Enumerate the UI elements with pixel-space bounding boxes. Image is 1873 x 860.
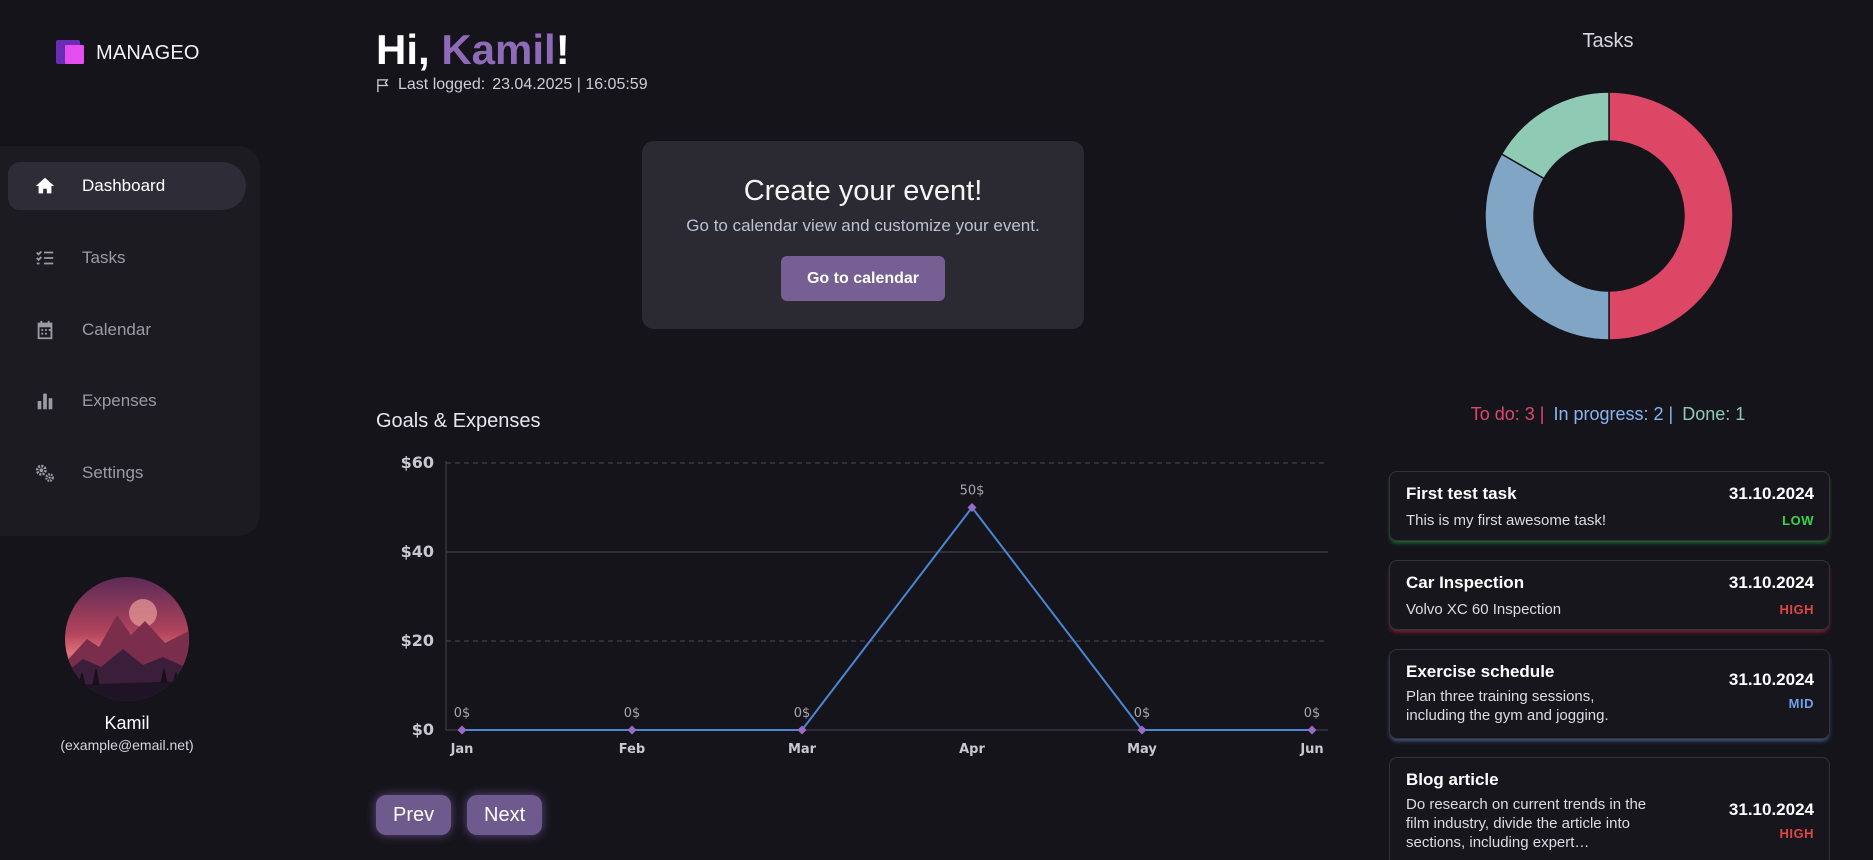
greeting-prefix: Hi, bbox=[376, 26, 442, 73]
task-description: Plan three training sessions, including … bbox=[1406, 688, 1609, 724]
chart-data-label: 0$ bbox=[454, 706, 471, 721]
last-logged: Last logged: 23.04.2025 | 16:05:59 bbox=[376, 76, 648, 94]
task-list-icon bbox=[36, 250, 54, 265]
sidebar-item-label: Calendar bbox=[82, 320, 151, 339]
sidebar-item-dashboard[interactable]: Dashboard bbox=[8, 162, 246, 210]
task-date: 31.10.2024 bbox=[1728, 484, 1814, 503]
task-title: First test task bbox=[1406, 484, 1517, 503]
chart-x-tick-label: Jan bbox=[450, 742, 474, 757]
chart-y-tick-label: $40 bbox=[401, 542, 434, 561]
chart-data-label: 50$ bbox=[960, 484, 985, 499]
create-event-card: Create your event! Go to calendar view a… bbox=[642, 141, 1084, 329]
chart-x-tick-label: Feb bbox=[619, 742, 645, 757]
event-card-subtitle: Go to calendar view and customize your e… bbox=[686, 216, 1040, 235]
last-logged-value: 23.04.2025 | 16:05:59 bbox=[492, 76, 648, 93]
sidebar-item-expenses[interactable]: Expenses bbox=[8, 377, 246, 425]
last-logged-label: Last logged: bbox=[398, 76, 486, 93]
task-card[interactable]: Blog article Do research on current tren… bbox=[1389, 757, 1830, 860]
sidebar-item-label: Tasks bbox=[82, 248, 126, 267]
task-date: 31.10.2024 bbox=[1728, 573, 1814, 592]
task-description: This is my first awesome task! bbox=[1406, 512, 1607, 529]
goals-expenses-chart: $0 $20 $40 $60 0$ Jan 0$ Feb 0$ Mar 50$ Apr 0$ May 0$ J… bbox=[401, 453, 1328, 757]
chart-x-tick-label: Jun bbox=[1299, 742, 1323, 757]
sidebar-item-label: Dashboard bbox=[82, 176, 166, 195]
chart-point bbox=[1307, 725, 1317, 735]
task-title: Exercise schedule bbox=[1406, 662, 1555, 681]
tasks-summary: To do: 3 | In progress: 2 | Done: 1 bbox=[1388, 404, 1828, 425]
logo-icon bbox=[56, 40, 84, 66]
chart-data-label: 0$ bbox=[1304, 706, 1321, 721]
sidebar-nav: Dashboard Tasks Calendar Expenses Settin… bbox=[0, 146, 260, 536]
profile-name: Kamil bbox=[104, 713, 150, 733]
calendar-icon bbox=[37, 320, 53, 340]
tasks-donut-chart bbox=[1484, 91, 1734, 341]
chart-data-label: 0$ bbox=[794, 706, 811, 721]
summary-todo: To do: 3 | bbox=[1470, 404, 1545, 424]
avatar[interactable] bbox=[65, 577, 189, 701]
chart-series-line bbox=[462, 505, 1312, 731]
chart-data-label: 0$ bbox=[1134, 706, 1151, 721]
sidebar-item-calendar[interactable]: Calendar bbox=[8, 306, 246, 354]
sidebar-item-tasks[interactable]: Tasks bbox=[8, 234, 246, 282]
chart-y-tick-label: $60 bbox=[401, 453, 434, 472]
profile-email: (example@email.net) bbox=[60, 737, 194, 753]
task-card[interactable]: Car Inspection 31.10.2024 Volvo XC 60 In… bbox=[1389, 560, 1830, 630]
task-date: 31.10.2024 bbox=[1728, 800, 1814, 819]
tasks-title: Tasks bbox=[1582, 30, 1634, 52]
app-logo[interactable]: MANAGEO bbox=[56, 40, 200, 66]
chart-y-tick-label: $20 bbox=[401, 631, 434, 650]
task-card[interactable]: First test task 31.10.2024 This is my fi… bbox=[1389, 471, 1830, 541]
prev-button[interactable]: Prev bbox=[376, 795, 452, 835]
chart-x-tick-label: May bbox=[1127, 742, 1157, 757]
task-description: Do research on current trends in the fil… bbox=[1406, 796, 1647, 851]
sidebar-item-label: Expenses bbox=[82, 391, 157, 410]
chart-data-label: 0$ bbox=[624, 706, 641, 721]
goals-expenses-title: Goals & Expenses bbox=[376, 410, 541, 432]
greeting-suffix: ! bbox=[555, 26, 570, 73]
home-icon bbox=[35, 177, 55, 194]
task-description: Volvo XC 60 Inspection bbox=[1406, 601, 1562, 618]
task-priority-badge: LOW bbox=[1782, 513, 1814, 528]
task-card[interactable]: Exercise schedule Plan three training se… bbox=[1389, 649, 1830, 739]
chart-y-tick-label: $0 bbox=[412, 720, 434, 739]
gears-icon bbox=[35, 464, 54, 482]
event-card-title: Create your event! bbox=[743, 175, 983, 207]
chart-x-tick-label: Mar bbox=[788, 742, 817, 757]
task-title: Blog article bbox=[1406, 770, 1499, 789]
task-title: Car Inspection bbox=[1406, 573, 1525, 592]
bar-chart-icon bbox=[37, 393, 53, 410]
go-to-calendar-button[interactable]: Go to calendar bbox=[781, 256, 945, 301]
flag-icon bbox=[377, 78, 389, 92]
sidebar-item-label: Settings bbox=[82, 463, 144, 482]
user-profile: Kamil (example@email.net) bbox=[50, 577, 204, 753]
task-date: 31.10.2024 bbox=[1728, 670, 1814, 689]
greeting-heading: Hi, Kamil! bbox=[376, 26, 570, 74]
greeting-user-name: Kamil bbox=[441, 26, 556, 73]
task-priority-badge: HIGH bbox=[1779, 826, 1814, 841]
chart-x-tick-label: Apr bbox=[959, 742, 985, 757]
sidebar-item-settings[interactable]: Settings bbox=[8, 449, 246, 497]
donut-slice-in-progress[interactable] bbox=[1484, 152, 1610, 341]
summary-in-progress: In progress: 2 | bbox=[1553, 404, 1674, 424]
chart-point bbox=[627, 725, 637, 735]
task-priority-badge: HIGH bbox=[1779, 602, 1814, 617]
chart-point bbox=[457, 725, 467, 735]
summary-done: Done: 1 bbox=[1682, 404, 1746, 424]
task-priority-badge: MID bbox=[1788, 696, 1814, 711]
next-button[interactable]: Next bbox=[467, 795, 543, 835]
donut-slice-to-do[interactable] bbox=[1608, 91, 1734, 341]
app-name: MANAGEO bbox=[96, 41, 200, 64]
